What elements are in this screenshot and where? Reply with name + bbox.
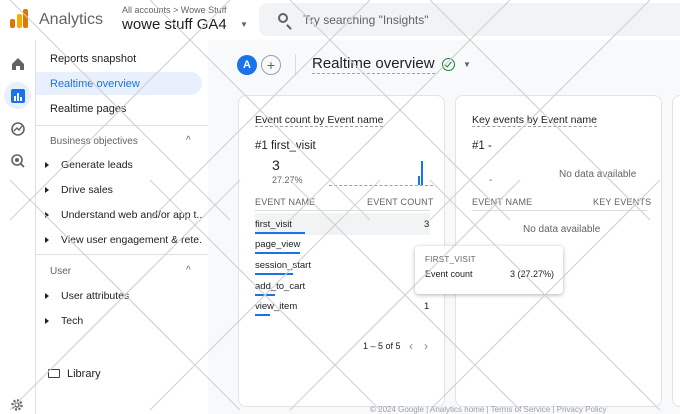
chevron-up-icon[interactable]: ^: [186, 135, 191, 146]
table-row-event-count: 3: [424, 219, 430, 230]
nav-user-engagement[interactable]: View user engagement & rete...: [61, 234, 203, 246]
chevron-left-icon[interactable]: ‹: [409, 339, 413, 353]
breadcrumb[interactable]: All accounts > Wowe Stuff: [122, 5, 226, 15]
search-icon: [278, 13, 288, 23]
nav-section-business-objectives[interactable]: Business objectives: [50, 136, 138, 147]
home-icon[interactable]: [4, 50, 31, 77]
expand-arrow-icon[interactable]: [45, 187, 49, 193]
pagination-text: 1 – 5 of 5: [363, 341, 401, 351]
divider: [295, 54, 296, 76]
nav-reports-snapshot[interactable]: Reports snapshot: [50, 53, 136, 65]
nav-section-user[interactable]: User: [50, 266, 71, 277]
property-selector[interactable]: wowe stuff GA4: [122, 16, 227, 33]
settings-gear-icon[interactable]: [10, 398, 24, 412]
main-content: A + Realtime overview ▼ Event count by E…: [208, 40, 680, 414]
row-share-bar: [255, 232, 305, 234]
expand-arrow-icon[interactable]: [45, 293, 49, 299]
expand-arrow-icon[interactable]: [45, 212, 49, 218]
explore-icon[interactable]: [4, 115, 31, 142]
column-header-event-name[interactable]: EVENT NAME: [255, 197, 315, 207]
top-key-event-rank: #1 -: [472, 140, 492, 152]
sparkline-bar: [418, 176, 420, 185]
caret-down-icon[interactable]: ▼: [463, 60, 471, 69]
add-comparison-button[interactable]: +: [261, 55, 281, 75]
folder-icon: [48, 369, 60, 378]
left-rail: [0, 40, 36, 414]
no-data-message: No data available: [559, 169, 637, 180]
row-share-bar: [255, 273, 293, 275]
sparkline-bar: [421, 161, 423, 185]
advertising-icon[interactable]: [4, 147, 31, 174]
expand-arrow-icon[interactable]: [45, 318, 49, 324]
table-row-event-name[interactable]: first_visit: [255, 219, 292, 230]
expand-arrow-icon[interactable]: [45, 162, 49, 168]
column-header-event-count[interactable]: EVENT COUNT: [367, 197, 434, 207]
page-title: Realtime overview: [312, 55, 435, 74]
footer-text: © 2024 Google | Analytics home | Terms o…: [370, 405, 607, 414]
nav-realtime-pages[interactable]: Realtime pages: [50, 103, 126, 115]
search-bar[interactable]: Try searching "Insights": [259, 3, 680, 36]
reports-icon[interactable]: [4, 82, 31, 109]
row-share-bar: [255, 252, 300, 254]
check-circle-icon[interactable]: [442, 58, 455, 71]
table-row-event-name[interactable]: session_start: [255, 260, 311, 271]
nav-realtime-overview[interactable]: Realtime overview: [50, 78, 140, 90]
table-header-line: [472, 210, 647, 211]
no-data-message: No data available: [523, 224, 601, 235]
column-header-event-name[interactable]: EVENT NAME: [472, 197, 532, 207]
event-count-card: Event count by Event name #1 first_visit…: [238, 95, 445, 407]
app-name: Analytics: [39, 11, 104, 28]
top-event-rank: #1 first_visit: [255, 140, 316, 152]
partial-card: [672, 95, 680, 407]
expand-arrow-icon[interactable]: [45, 237, 49, 243]
table-row-event-count: 1: [424, 301, 430, 312]
nav-tech[interactable]: Tech: [61, 315, 203, 327]
top-event-value: 3: [272, 157, 280, 173]
tooltip-title: FIRST_VISIT: [425, 255, 476, 264]
analytics-logo-icon[interactable]: [8, 8, 30, 30]
avatar[interactable]: A: [237, 55, 257, 75]
chevron-right-icon[interactable]: ›: [424, 339, 428, 353]
search-input[interactable]: Try searching "Insights": [303, 13, 428, 27]
row-share-bar: [255, 294, 275, 296]
nav-library[interactable]: Library: [67, 368, 101, 380]
table-header-line: [255, 210, 430, 211]
nav-user-attributes[interactable]: User attributes: [61, 290, 203, 302]
top-bar: Analytics All accounts > Wowe Stuff wowe…: [0, 0, 680, 40]
nav-drive-sales[interactable]: Drive sales: [61, 184, 203, 196]
sparkline-baseline: [329, 185, 433, 186]
chevron-up-icon[interactable]: ^: [186, 265, 191, 276]
top-event-percent: 27.27%: [272, 175, 303, 185]
nav-divider: [36, 254, 208, 255]
table-row-event-name[interactable]: add_to_cart: [255, 281, 305, 292]
nav-generate-leads[interactable]: Generate leads: [61, 159, 203, 171]
tooltip-value: 3 (27.27%): [510, 269, 555, 279]
card-title[interactable]: Key events by Event name: [472, 114, 597, 127]
chart-tooltip: FIRST_VISIT Event count 3 (27.27%): [415, 246, 563, 294]
card-title[interactable]: Event count by Event name: [255, 114, 384, 127]
caret-down-icon[interactable]: ▼: [240, 20, 248, 29]
table-row-event-name[interactable]: view_item: [255, 301, 297, 312]
table-row-event-name[interactable]: page_view: [255, 239, 300, 250]
side-nav: Reports snapshot Realtime overview Realt…: [36, 40, 208, 414]
column-header-key-events[interactable]: KEY EVENTS: [593, 197, 651, 207]
nav-divider: [36, 125, 208, 126]
row-share-bar: [255, 314, 270, 316]
nav-understand-traffic[interactable]: Understand web and/or app t...: [61, 209, 203, 221]
top-key-event-value: -: [489, 175, 493, 186]
tooltip-label: Event count: [425, 269, 473, 279]
